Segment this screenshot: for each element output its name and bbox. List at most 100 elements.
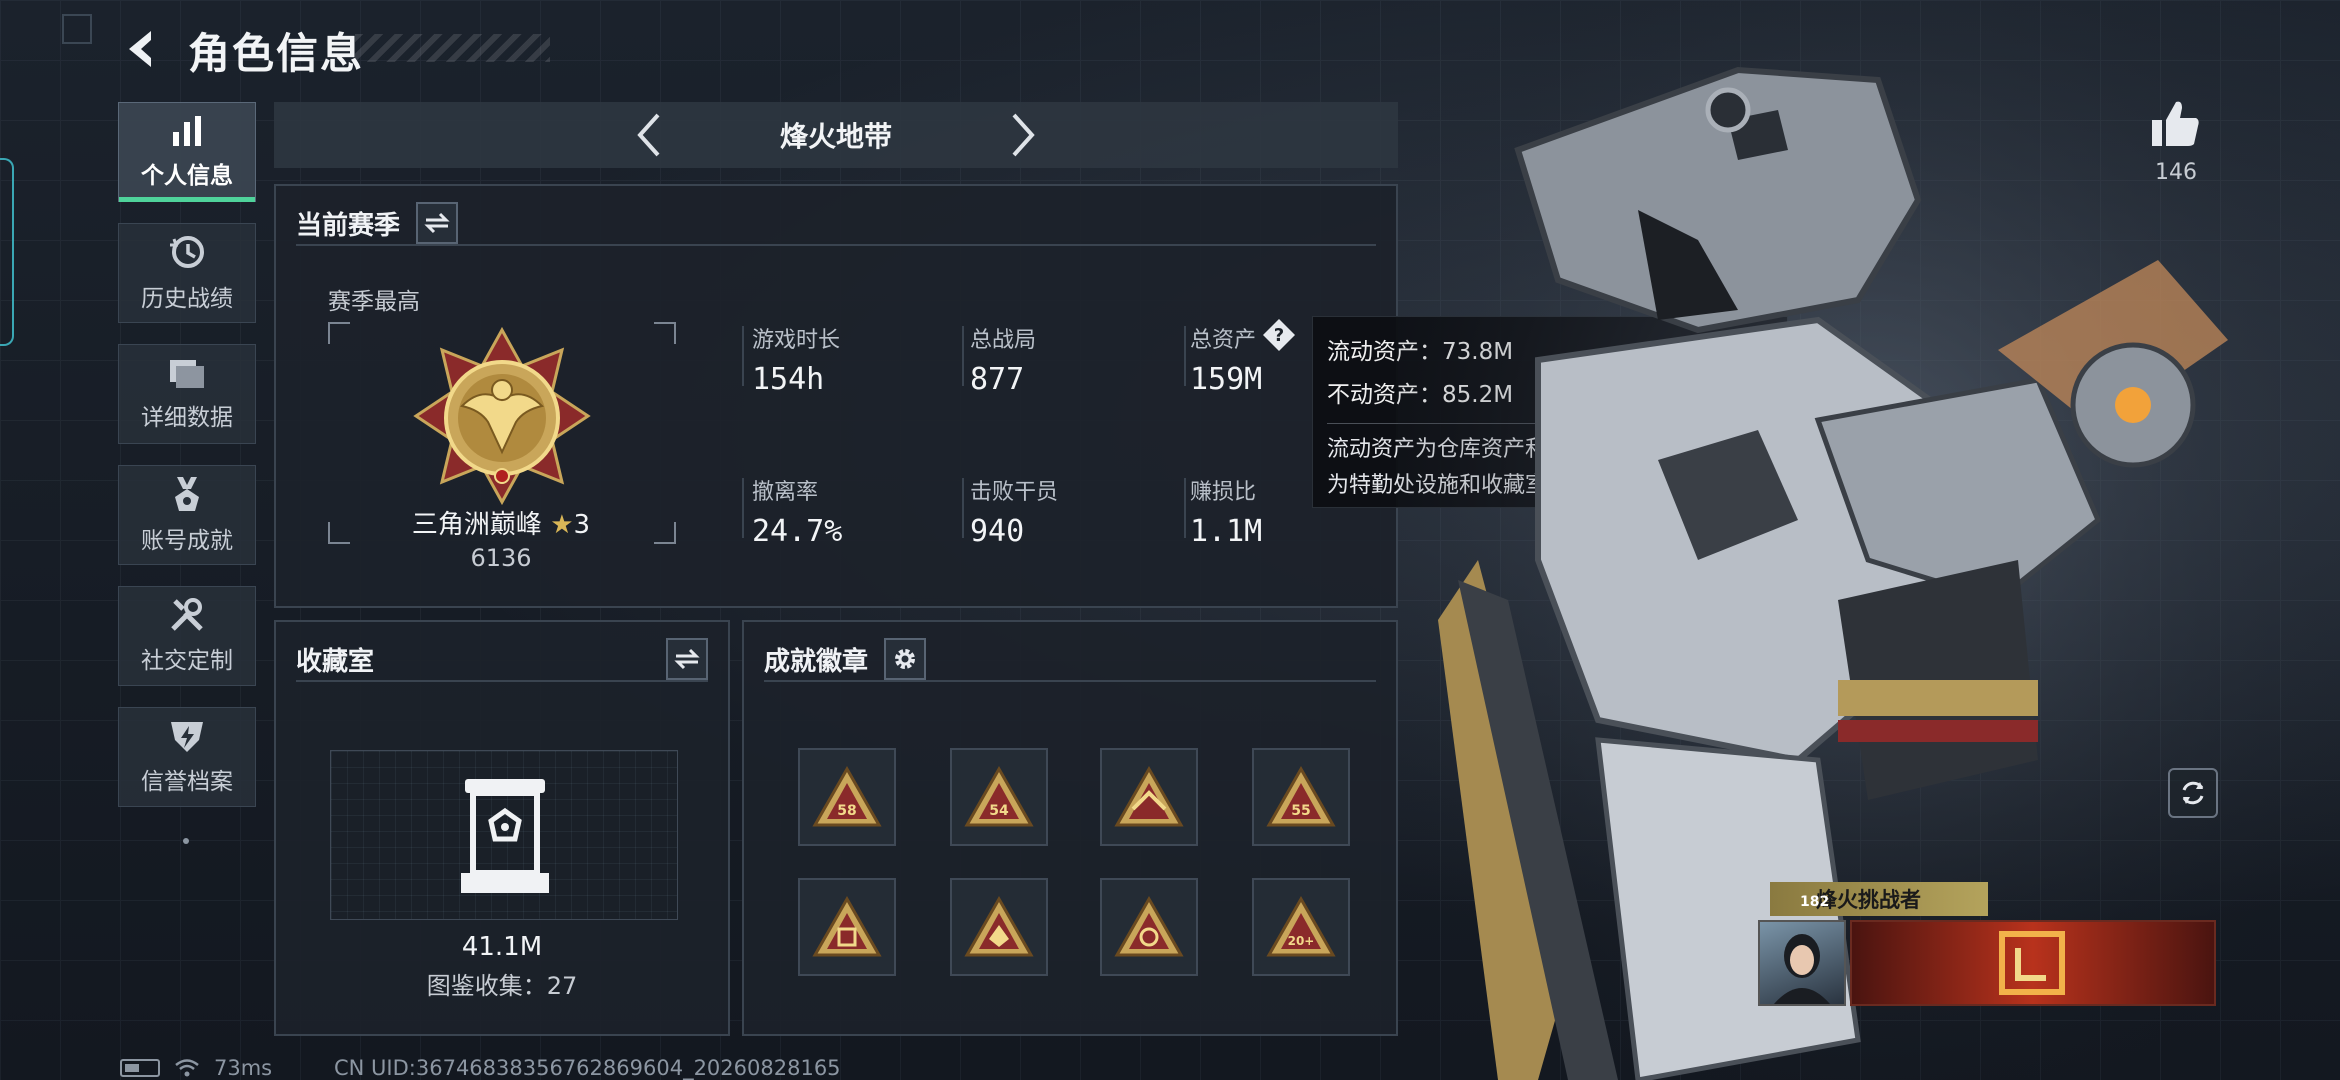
badge-triangle-icon: 20+ <box>1266 895 1336 957</box>
avatar[interactable] <box>1758 920 1846 1006</box>
edge-tab[interactable] <box>0 158 14 346</box>
swap-icon <box>424 212 450 234</box>
badge-item[interactable] <box>1100 748 1198 846</box>
divider <box>962 326 964 386</box>
rank-name-row: 三角洲巅峰 ★3 <box>276 504 726 541</box>
mode-title: 烽火地带 <box>779 120 892 153</box>
divider <box>742 326 744 386</box>
badge-number: 20+ <box>1288 934 1315 948</box>
chevron-left-icon <box>637 113 660 157</box>
badges-panel-title: 成就徽章 <box>764 646 869 677</box>
badge-item[interactable]: 55 <box>1252 748 1350 846</box>
stat-profit-ratio-label: 赚损比 <box>1190 480 1257 505</box>
sidebar-item-label: 个人信息 <box>141 163 233 189</box>
sidebar-more-indicator <box>183 838 189 844</box>
divider <box>742 478 744 538</box>
badges-panel: 成就徽章 58 54 55 20+ <box>742 620 1398 1036</box>
like-icon[interactable] <box>2150 98 2202 150</box>
rank-name: 三角洲巅峰 <box>411 510 542 540</box>
divider <box>962 478 964 538</box>
stat-extract-rate-label: 撤离率 <box>752 480 819 505</box>
like-count: 146 <box>2155 160 2197 185</box>
player-uid: CN UID:36746838356762869604_20260828165 <box>334 1056 841 1080</box>
stat-total-matches-label: 总战局 <box>970 328 1037 353</box>
avatar-portrait-icon <box>1774 934 1830 1004</box>
rotate-icon <box>2182 781 2204 805</box>
badge-number: 54 <box>989 803 1009 819</box>
badge-item[interactable]: 54 <box>950 748 1048 846</box>
sidebar-item-history[interactable]: 历史战绩 <box>118 223 256 323</box>
mode-prev-button[interactable] <box>624 110 674 160</box>
tools-icon <box>171 598 203 631</box>
divider <box>1184 478 1186 538</box>
shield-bolt-icon <box>171 722 203 752</box>
player-level: 182 <box>1800 894 1830 910</box>
battery-icon <box>120 1059 160 1077</box>
stat-play-time-value: 154h <box>752 362 825 397</box>
gear-icon <box>895 649 916 669</box>
page-title: 角色信息 <box>188 29 365 78</box>
badge-triangle-icon <box>1114 895 1184 957</box>
mode-selector: 烽火地带 <box>274 102 1398 168</box>
badge-triangle-icon: 58 <box>812 765 882 827</box>
help-icon[interactable]: ? <box>1262 318 1296 352</box>
stat-play-time-label: 游戏时长 <box>752 328 841 353</box>
collection-display-case-icon <box>461 779 549 893</box>
stat-kills-value: 940 <box>970 514 1025 549</box>
mode-next-button[interactable] <box>998 110 1048 160</box>
badge-triangle-icon: 55 <box>1266 765 1336 827</box>
badge-triangle-icon <box>812 895 882 957</box>
sidebar-item-label: 历史战绩 <box>141 286 233 312</box>
sidebar-item-reputation[interactable]: 信誉档案 <box>118 707 256 807</box>
player-banner[interactable] <box>1850 920 2216 1006</box>
sidebar-item-personal-info[interactable]: 个人信息 <box>118 102 256 202</box>
divider <box>1184 326 1186 386</box>
banner-emblem-icon <box>1999 931 2065 995</box>
badge-item[interactable] <box>950 878 1048 976</box>
stat-total-assets-label: 总资产 <box>1190 328 1257 353</box>
stat-kills-label: 击败干员 <box>970 480 1059 505</box>
badge-triangle-icon <box>1114 765 1184 827</box>
rank-stars: 3 <box>573 510 591 540</box>
rank-emblem-icon <box>413 326 591 506</box>
collection-panel[interactable]: 收藏室 41.1M 图鉴收集：27 <box>274 620 730 1036</box>
badge-item[interactable] <box>798 878 896 976</box>
collection-room-image <box>330 750 678 920</box>
sidebar-item-achievements[interactable]: 账号成就 <box>118 465 256 565</box>
collection-panel-title: 收藏室 <box>296 646 375 677</box>
stat-extract-rate-value: 24.7% <box>752 514 843 549</box>
season-best-label: 赛季最高 <box>328 289 420 315</box>
player-title: 烽火挑战者 <box>1816 888 1921 912</box>
ping-value: 73ms <box>214 1056 273 1080</box>
badge-item[interactable]: 58 <box>798 748 896 846</box>
bar-chart-icon <box>173 116 201 146</box>
collection-value: 41.1M <box>461 932 543 962</box>
corner-mark <box>62 14 92 44</box>
swap-icon <box>674 648 700 670</box>
sidebar-item-detail-data[interactable]: 详细数据 <box>118 344 256 444</box>
badge-item[interactable]: 20+ <box>1252 878 1350 976</box>
stat-total-matches-value: 877 <box>970 362 1025 397</box>
sidebar: 个人信息 历史战绩 详细数据 账号成就 社交定制 信誉档案 <box>118 102 256 828</box>
badges-panel-header: 成就徽章 <box>764 638 1376 682</box>
history-clock-icon <box>170 236 204 268</box>
rotate-character-button[interactable] <box>2168 768 2218 818</box>
badges-settings-button[interactable] <box>884 638 927 680</box>
sidebar-item-social[interactable]: 社交定制 <box>118 586 256 686</box>
back-button[interactable] <box>118 24 168 74</box>
medal-icon <box>175 477 199 511</box>
season-switch-button[interactable] <box>416 202 459 244</box>
badge-item[interactable] <box>1100 878 1198 976</box>
collection-panel-header: 收藏室 <box>296 638 708 682</box>
badge-triangle-icon: 54 <box>964 765 1034 827</box>
season-panel: 当前赛季 赛季最高 三角洲巅峰 ★3 6136 游戏时长 154h 总战局 87… <box>274 184 1398 608</box>
rank-score: 6136 <box>470 544 532 572</box>
chevron-right-icon <box>1012 113 1035 157</box>
stat-total-assets-value: 159M <box>1190 362 1263 397</box>
wifi-icon <box>175 1059 199 1077</box>
status-bar: 73ms <box>120 1056 272 1080</box>
stat-profit-ratio-value: 1.1M <box>1190 514 1263 549</box>
collection-switch-button[interactable] <box>666 638 708 680</box>
sidebar-item-label: 账号成就 <box>141 528 233 554</box>
star-icon: ★ <box>550 510 574 540</box>
